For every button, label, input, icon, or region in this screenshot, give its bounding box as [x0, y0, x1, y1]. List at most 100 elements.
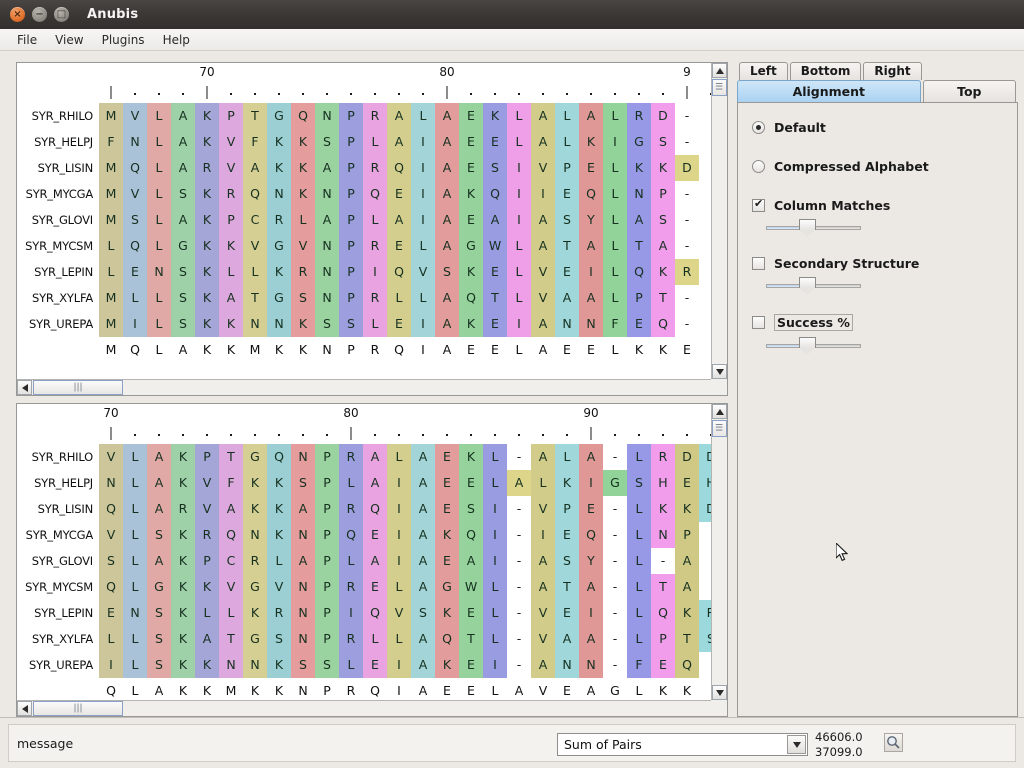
- residue-cell[interactable]: A: [411, 652, 435, 678]
- residue-cell[interactable]: L: [147, 155, 171, 181]
- residue-cell[interactable]: L: [603, 233, 627, 259]
- residue-cell[interactable]: E: [627, 311, 651, 337]
- residue-cell[interactable]: A: [411, 470, 435, 496]
- residue-cell[interactable]: L: [555, 103, 579, 129]
- residue-cell[interactable]: K: [459, 259, 483, 285]
- residue-cell[interactable]: V: [531, 496, 555, 522]
- residue-cell[interactable]: K: [171, 600, 195, 626]
- alignment-row[interactable]: SYR_XYLFALLSKATGSNPRLLAQTL-VAA-LPTS: [17, 626, 711, 652]
- residue-cell[interactable]: T: [651, 285, 675, 311]
- scroll-left-button[interactable]: [17, 380, 32, 395]
- residue-cell[interactable]: L: [339, 548, 363, 574]
- residue-cell[interactable]: I: [387, 548, 411, 574]
- residue-cell[interactable]: P: [555, 496, 579, 522]
- residue-cell[interactable]: W: [483, 233, 507, 259]
- residue-cell[interactable]: I: [411, 129, 435, 155]
- alignment-row[interactable]: SYR_XYLFAMLLSKATGSNPRLLAQTLVAALPT-: [17, 285, 711, 311]
- residue-cell[interactable]: Q: [123, 233, 147, 259]
- residue-cell[interactable]: N: [267, 181, 291, 207]
- residue-cell[interactable]: K: [195, 311, 219, 337]
- residue-cell[interactable]: A: [675, 574, 699, 600]
- residue-cell[interactable]: L: [507, 129, 531, 155]
- residue-cell[interactable]: N: [315, 181, 339, 207]
- slider-column-matches[interactable]: [766, 219, 861, 237]
- magnifier-button[interactable]: [884, 733, 903, 752]
- residue-cell[interactable]: L: [603, 285, 627, 311]
- residue-cell[interactable]: I: [483, 496, 507, 522]
- residue-cell[interactable]: P: [339, 181, 363, 207]
- residue-cell[interactable]: P: [627, 285, 651, 311]
- residue-cell[interactable]: S: [291, 470, 315, 496]
- residue-cell[interactable]: K: [627, 155, 651, 181]
- residue-cell[interactable]: R: [243, 548, 267, 574]
- residue-cell[interactable]: L: [603, 103, 627, 129]
- residue-cell[interactable]: N: [243, 311, 267, 337]
- residue-cell[interactable]: K: [291, 129, 315, 155]
- residue-cell[interactable]: R: [339, 626, 363, 652]
- residue-cell[interactable]: V: [531, 600, 555, 626]
- residue-cell[interactable]: E: [483, 129, 507, 155]
- residue-cell[interactable]: K: [267, 470, 291, 496]
- residue-cell[interactable]: V: [123, 103, 147, 129]
- residue-cell[interactable]: K: [195, 285, 219, 311]
- residue-cell[interactable]: E: [555, 259, 579, 285]
- residue-cell[interactable]: T: [459, 626, 483, 652]
- residue-cell[interactable]: E: [99, 600, 123, 626]
- residue-cell[interactable]: P: [315, 548, 339, 574]
- residue-cell[interactable]: V: [531, 285, 555, 311]
- vertical-scrollbar-top[interactable]: ☰: [711, 63, 727, 379]
- residue-cell[interactable]: N: [315, 259, 339, 285]
- residue-cell[interactable]: N: [219, 652, 243, 678]
- residue-cell[interactable]: -: [603, 522, 627, 548]
- residue-cell[interactable]: Q: [579, 522, 603, 548]
- residue-cell[interactable]: Q: [363, 496, 387, 522]
- residue-cell[interactable]: M: [99, 181, 123, 207]
- residue-cell[interactable]: Q: [435, 626, 459, 652]
- residue-cell[interactable]: G: [435, 574, 459, 600]
- residue-cell[interactable]: K: [171, 548, 195, 574]
- residue-cell[interactable]: A: [435, 311, 459, 337]
- residue-cell[interactable]: P: [555, 155, 579, 181]
- residue-cell[interactable]: L: [603, 181, 627, 207]
- residue-cell[interactable]: A: [675, 548, 699, 574]
- residue-cell[interactable]: L: [483, 626, 507, 652]
- scroll-down-button[interactable]: [712, 685, 727, 700]
- residue-cell[interactable]: R: [195, 522, 219, 548]
- checkbox-column-matches[interactable]: [752, 199, 765, 212]
- residue-cell[interactable]: E: [555, 522, 579, 548]
- residue-cell[interactable]: I: [483, 548, 507, 574]
- residue-cell[interactable]: I: [99, 652, 123, 678]
- checkbox-success-percent[interactable]: [752, 316, 765, 329]
- residue-cell[interactable]: A: [579, 626, 603, 652]
- alignment-row[interactable]: SYR_LISINMQLARVAKKAPRQIAESIVPELKKD: [17, 155, 711, 181]
- alignment-row[interactable]: SYR_LEPINLENSKLLKRNPIQVSKELVEILQKR: [17, 259, 711, 285]
- residue-cell[interactable]: Q: [651, 311, 675, 337]
- residue-cell[interactable]: A: [363, 470, 387, 496]
- residue-cell[interactable]: I: [411, 311, 435, 337]
- alignment-row[interactable]: SYR_LEPINENSKLLKRNPIQVSKEL-VEI-LQKR: [17, 600, 711, 626]
- residue-cell[interactable]: R: [171, 496, 195, 522]
- residue-cell[interactable]: A: [531, 444, 555, 470]
- residue-cell[interactable]: L: [99, 626, 123, 652]
- residue-cell[interactable]: -: [675, 129, 699, 155]
- residue-cell[interactable]: -: [603, 548, 627, 574]
- residue-cell[interactable]: A: [555, 626, 579, 652]
- tab-left[interactable]: Left: [739, 62, 788, 80]
- residue-cell[interactable]: N: [291, 444, 315, 470]
- residue-cell[interactable]: -: [507, 626, 531, 652]
- radio-default-row[interactable]: Default: [752, 120, 1017, 135]
- residue-cell[interactable]: R: [363, 103, 387, 129]
- residue-cell[interactable]: Q: [339, 522, 363, 548]
- residue-cell[interactable]: R: [363, 285, 387, 311]
- residue-cell[interactable]: A: [411, 496, 435, 522]
- residue-cell[interactable]: -: [603, 444, 627, 470]
- residue-cell[interactable]: L: [147, 129, 171, 155]
- residue-cell[interactable]: E: [459, 652, 483, 678]
- vertical-scrollbar-thumb[interactable]: ☰: [712, 79, 727, 96]
- residue-cell[interactable]: F: [603, 311, 627, 337]
- residue-cell[interactable]: G: [267, 103, 291, 129]
- residue-cell[interactable]: P: [315, 496, 339, 522]
- residue-cell[interactable]: Y: [579, 207, 603, 233]
- residue-cell[interactable]: N: [579, 311, 603, 337]
- residue-cell[interactable]: R: [267, 207, 291, 233]
